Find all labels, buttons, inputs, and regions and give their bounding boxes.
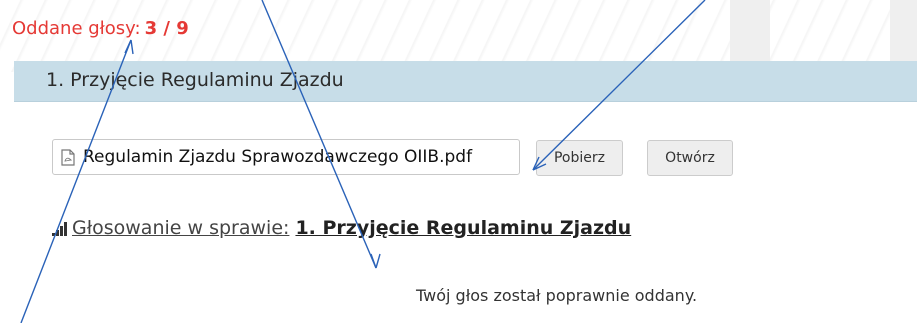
annotation-arrow-head xyxy=(375,253,381,269)
vote-link-subject: 1. Przyjęcie Regulaminu Zjazdu xyxy=(295,217,632,239)
annotation-arrow-head xyxy=(370,253,377,269)
background-block xyxy=(890,0,917,61)
signal-bars-icon xyxy=(52,222,67,236)
attachment-filename: Regulamin Zjazdu Sprawozdawczego OIIB.pd… xyxy=(83,147,473,167)
votes-cast-counter: Oddane głosy: 3 / 9 xyxy=(12,18,189,39)
agenda-item-title: 1. Przyjęcie Regulaminu Zjazdu xyxy=(46,69,344,91)
download-button[interactable]: Pobierz xyxy=(536,140,623,176)
agenda-item-header: 1. Przyjęcie Regulaminu Zjazdu xyxy=(14,61,917,102)
vote-link-prefix: Głosowanie w sprawie: xyxy=(72,217,290,239)
pdf-file-icon xyxy=(61,149,75,166)
vote-confirmation-message: Twój głos został poprawnie oddany. xyxy=(416,286,698,305)
background-block xyxy=(730,0,770,61)
votes-label: Oddane głosy: xyxy=(12,18,141,39)
open-button[interactable]: Otwórz xyxy=(647,140,733,176)
vote-link[interactable]: Głosowanie w sprawie: 1. Przyjęcie Regul… xyxy=(52,217,631,239)
attachment-filename-field[interactable]: Regulamin Zjazdu Sprawozdawczego OIIB.pd… xyxy=(52,139,520,175)
votes-count: 3 / 9 xyxy=(144,18,189,39)
